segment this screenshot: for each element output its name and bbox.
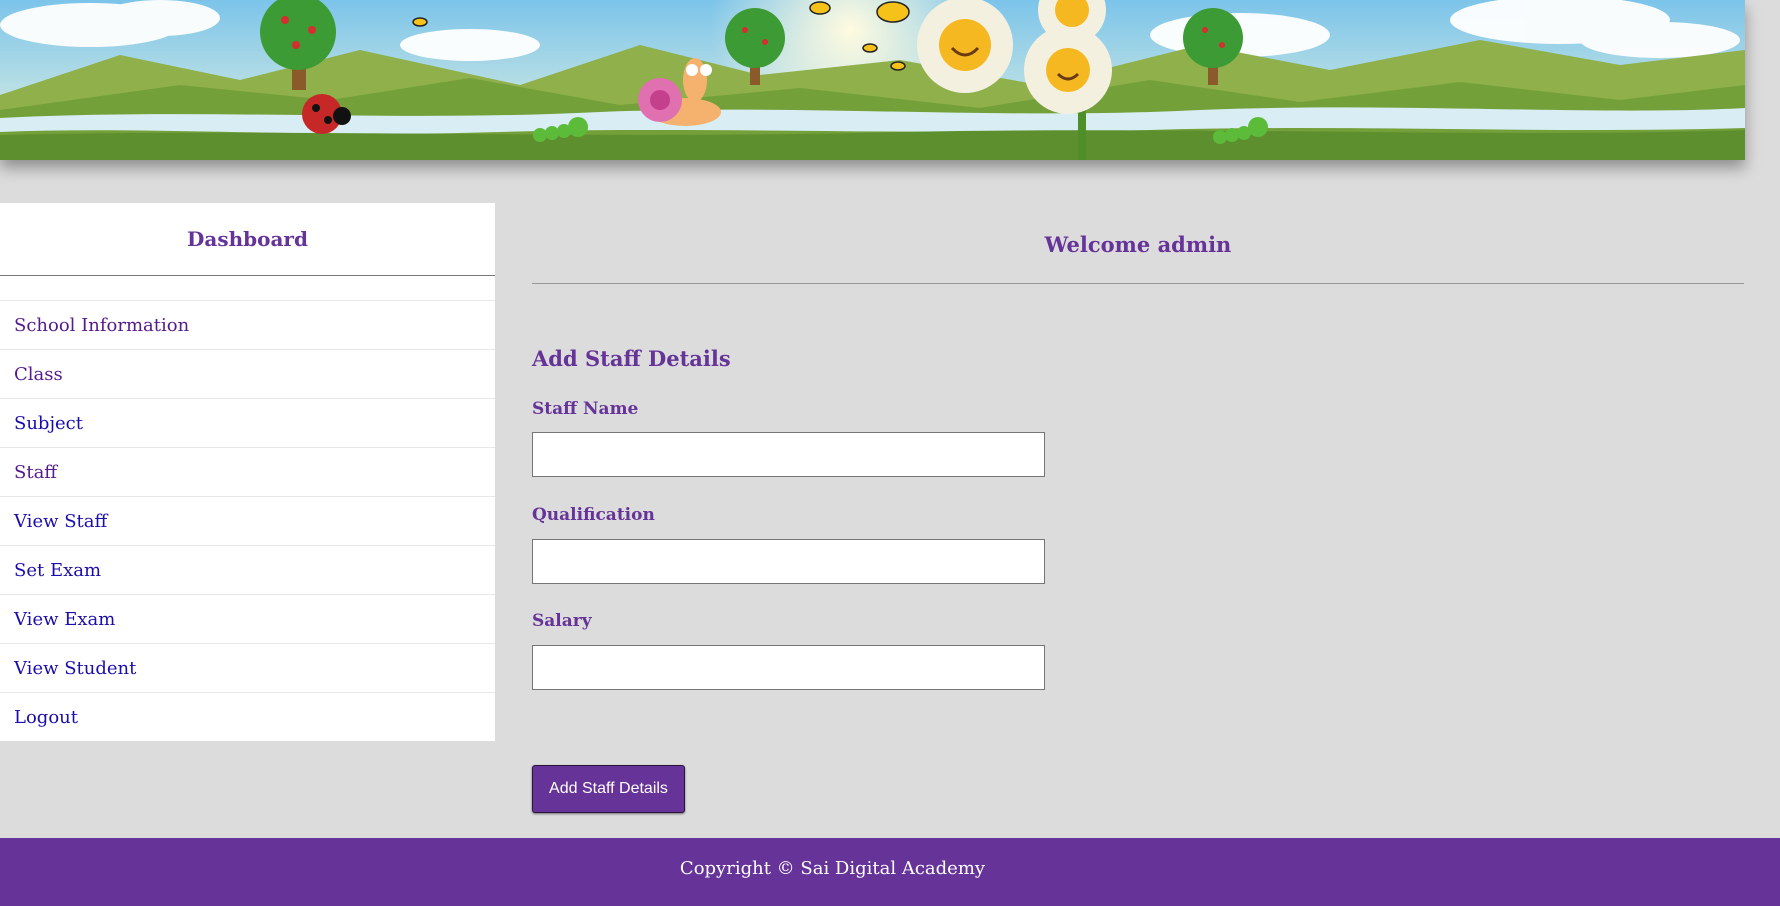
sidebar-item-logout[interactable]: Logout xyxy=(0,693,495,741)
sidebar-item-view-student[interactable]: View Student xyxy=(0,644,495,693)
sidebar-header: Dashboard xyxy=(0,203,495,276)
sidebar-title: Dashboard xyxy=(187,227,308,251)
sidebar-item-set-exam[interactable]: Set Exam xyxy=(0,546,495,595)
divider xyxy=(532,283,1744,284)
salary-input[interactable] xyxy=(532,645,1045,690)
staff-name-label: Staff Name xyxy=(532,399,639,419)
salary-label: Salary xyxy=(532,611,592,631)
header-banner-image xyxy=(0,0,1745,160)
sidebar-item-subject[interactable]: Subject xyxy=(0,399,495,448)
sidebar-item-view-staff[interactable]: View Staff xyxy=(0,497,495,546)
sidebar-item-class[interactable]: Class xyxy=(0,350,495,399)
qualification-input[interactable] xyxy=(532,539,1045,584)
sidebar-item-school-information[interactable]: School Information xyxy=(0,301,495,350)
sidebar-spacer xyxy=(0,276,495,301)
welcome-heading: Welcome admin xyxy=(1044,232,1232,257)
sidebar: Dashboard School Information Class Subje… xyxy=(0,203,495,741)
staff-name-input[interactable] xyxy=(532,432,1045,477)
sidebar-item-staff[interactable]: Staff xyxy=(0,448,495,497)
form-title: Add Staff Details xyxy=(532,346,731,371)
qualification-label: Qualification xyxy=(532,505,655,525)
copyright-text: Copyright © Sai Digital Academy xyxy=(679,858,986,879)
sidebar-item-view-exam[interactable]: View Exam xyxy=(0,595,495,644)
footer: Copyright © Sai Digital Academy xyxy=(0,838,1780,906)
add-staff-details-button[interactable]: Add Staff Details xyxy=(532,765,685,813)
